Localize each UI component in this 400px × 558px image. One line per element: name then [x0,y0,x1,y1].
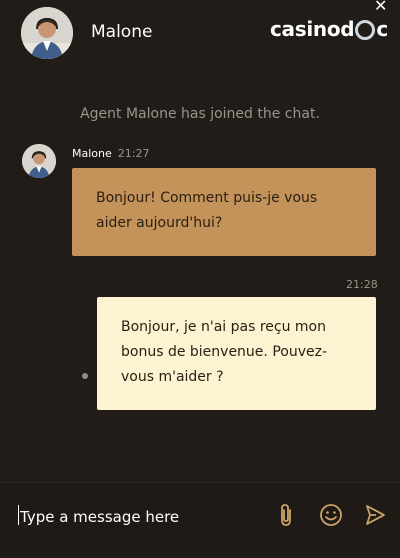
user-message-time: 21:28 [346,278,378,291]
user-message-bubble: Bonjour, je n'ai pas reçu mon bonus de b… [97,297,376,410]
emoji-icon[interactable] [318,502,344,528]
send-icon[interactable] [362,502,388,528]
agent-message-bubble: Bonjour! Comment puis-je vous aider aujo… [72,168,376,256]
agent-avatar [21,7,73,59]
message-avatar [22,144,56,178]
agent-name: Malone [91,22,153,42]
brand-logo: casinod c [270,17,388,41]
message-input[interactable] [18,502,262,532]
message-time: 21:27 [117,147,150,160]
close-icon[interactable]: ✕ [374,0,387,15]
brand-text-start: casinod [270,17,355,41]
sender-name: Malone [72,147,112,160]
chip-icon [355,20,376,40]
message-status-dot [82,373,88,379]
brand-text-end: c [376,17,388,41]
paperclip-icon[interactable] [273,502,299,528]
text-caret [18,505,19,525]
message-meta: Malone 21:27 [72,147,149,160]
chat-header: Malone casinod c ✕ [0,0,400,66]
system-message: Agent Malone has joined the chat. [80,106,320,122]
